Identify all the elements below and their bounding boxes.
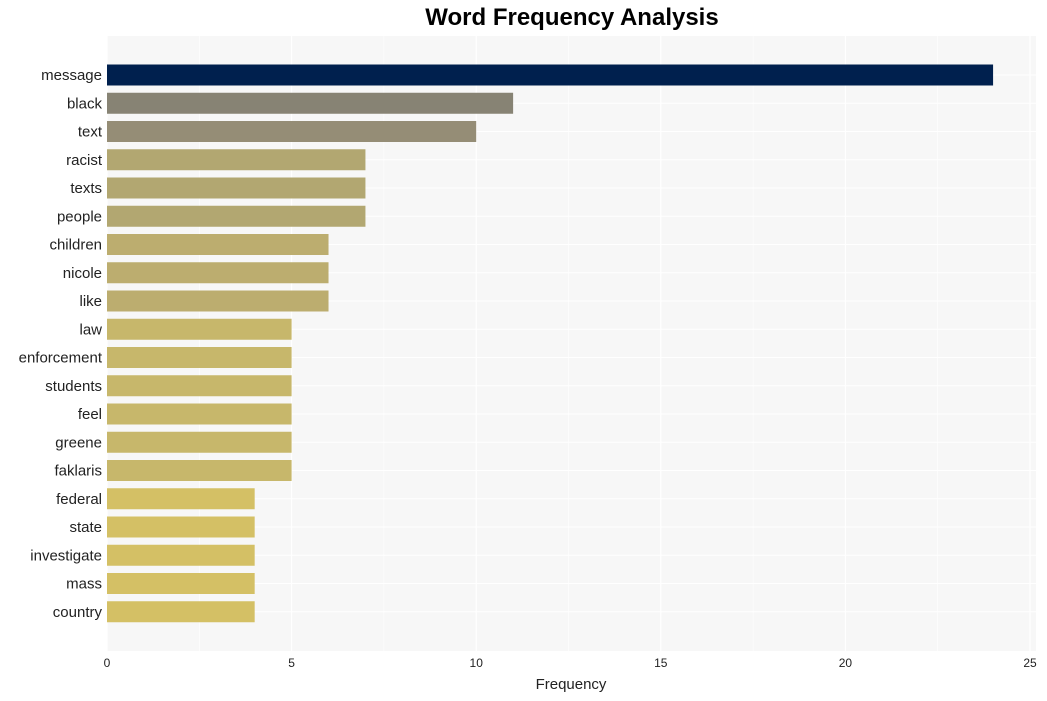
y-axis-labels: message black text racist texts people childre… bbox=[19, 67, 103, 621]
x-tick-label: 15 bbox=[654, 656, 668, 670]
y-tick-label: children bbox=[49, 237, 102, 254]
y-tick-label: country bbox=[53, 604, 103, 621]
y-tick-label: message bbox=[41, 67, 102, 84]
bar-black bbox=[107, 92, 514, 114]
bar-students bbox=[107, 375, 292, 397]
bar-children bbox=[107, 234, 329, 255]
x-tick-label: 5 bbox=[288, 656, 295, 670]
x-tick-label: 20 bbox=[839, 656, 853, 670]
bar-faklaris bbox=[107, 460, 292, 481]
bar-mass bbox=[107, 573, 255, 594]
x-tick-label: 25 bbox=[1023, 656, 1037, 670]
y-tick-label: state bbox=[69, 519, 102, 536]
bar-law bbox=[107, 318, 292, 340]
bar-texts bbox=[107, 177, 366, 199]
y-tick-label: feel bbox=[78, 406, 102, 423]
y-tick-label: texts bbox=[70, 180, 102, 197]
y-tick-label: racist bbox=[66, 152, 103, 169]
bar-racist bbox=[107, 149, 366, 171]
x-tick-label: 0 bbox=[104, 656, 111, 670]
bar-state bbox=[107, 516, 255, 538]
bar-enforcement bbox=[107, 347, 292, 368]
y-tick-label: law bbox=[79, 321, 102, 338]
y-tick-label: like bbox=[79, 293, 102, 310]
bar-message bbox=[107, 64, 994, 86]
bar-nicole bbox=[107, 262, 329, 284]
y-tick-label: nicole bbox=[63, 265, 102, 282]
bar-country bbox=[107, 601, 255, 623]
y-tick-label: text bbox=[78, 124, 103, 141]
bar-chart: message black text racist texts people childre… bbox=[19, 36, 1037, 693]
x-axis-label: Frequency bbox=[536, 676, 607, 693]
y-tick-label: black bbox=[67, 95, 103, 112]
y-tick-label: investigate bbox=[30, 547, 102, 564]
x-tick-label: 10 bbox=[470, 656, 484, 670]
bar-greene bbox=[107, 431, 292, 453]
bar-federal bbox=[107, 488, 255, 510]
bar-text bbox=[107, 121, 477, 142]
bar-investigate bbox=[107, 544, 255, 566]
y-tick-label: faklaris bbox=[54, 463, 102, 480]
y-tick-label: mass bbox=[66, 576, 102, 593]
y-tick-label: people bbox=[57, 208, 102, 225]
bar-feel bbox=[107, 403, 292, 425]
bar-people bbox=[107, 205, 366, 227]
bar-like bbox=[107, 290, 329, 312]
y-tick-label: enforcement bbox=[19, 350, 103, 367]
x-axis-ticks: 0 5 10 15 20 25 bbox=[104, 656, 1037, 670]
y-tick-label: federal bbox=[56, 491, 102, 508]
y-tick-label: greene bbox=[55, 434, 102, 451]
y-tick-label: students bbox=[45, 378, 102, 395]
